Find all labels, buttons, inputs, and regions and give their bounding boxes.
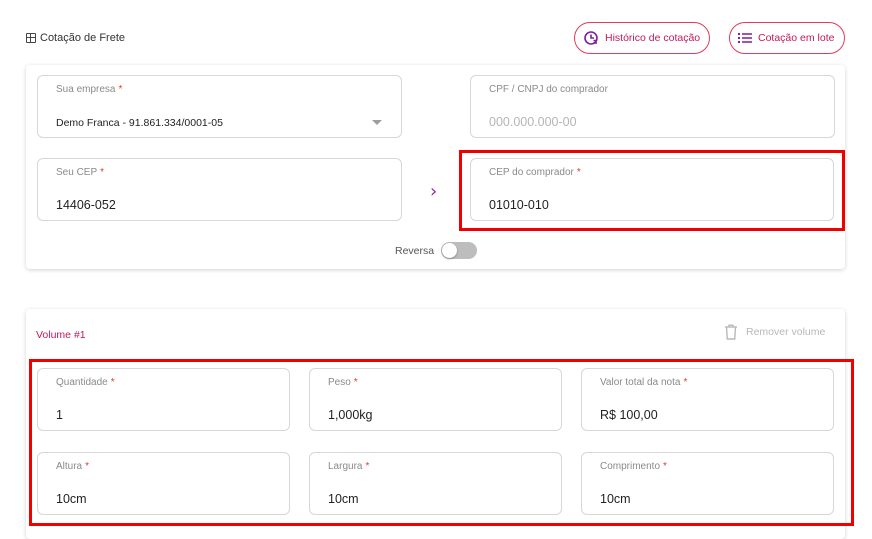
company-select[interactable]: Sua empresa * Demo Franca - 91.861.334/00…	[37, 75, 402, 138]
seller-cep-value: 14406-052	[56, 198, 116, 212]
company-value: Demo Franca - 91.861.334/0001-05	[56, 117, 223, 129]
seller-cep-field[interactable]: Seu CEP * 14406-052	[37, 158, 402, 221]
trash-icon	[725, 324, 737, 340]
history-button[interactable]: Histórico de cotação	[574, 22, 710, 54]
remove-volume-button[interactable]: Remover volume	[724, 324, 825, 340]
table-icon	[26, 33, 36, 43]
height-label: Altura *	[56, 461, 90, 472]
weight-field[interactable]: Peso * 1,000kg	[309, 368, 562, 431]
reverse-toggle-knob	[442, 243, 457, 258]
caret-down-icon	[372, 120, 382, 125]
volume-title: Volume #1	[36, 329, 86, 341]
width-value: 10cm	[328, 492, 359, 506]
height-field[interactable]: Altura * 10cm	[37, 452, 290, 515]
quantity-field[interactable]: Quantidade * 1	[37, 368, 290, 431]
weight-label: Peso *	[328, 377, 358, 388]
page-title: Cotação de Frete	[26, 32, 125, 44]
buyer-cep-field[interactable]: CEP do comprador * 01010-010	[470, 158, 834, 221]
buyer-document-label: CPF / CNPJ do comprador	[489, 84, 608, 95]
width-field[interactable]: Largura * 10cm	[309, 452, 562, 515]
invoice-value-label: Valor total da nota *	[600, 377, 688, 388]
buyer-document-placeholder: 000.000.000-00	[489, 115, 577, 129]
width-label: Largura *	[328, 461, 370, 472]
company-label: Sua empresa *	[56, 84, 123, 95]
reverse-label: Reversa	[395, 245, 435, 257]
length-field[interactable]: Comprimento * 10cm	[581, 452, 834, 515]
batch-quote-button-label: Cotação em lote	[758, 32, 835, 44]
buyer-cep-value: 01010-010	[489, 198, 549, 212]
weight-value: 1,000kg	[328, 408, 373, 422]
history-button-label: Histórico de cotação	[605, 32, 701, 44]
quantity-label: Quantidade *	[56, 377, 115, 388]
buyer-cep-label: CEP do comprador *	[489, 167, 581, 178]
buyer-document-field[interactable]: CPF / CNPJ do comprador 000.000.000-00	[470, 75, 835, 138]
invoice-value-value: R$ 100,00	[600, 408, 658, 422]
remove-volume-label: Remover volume	[746, 326, 826, 338]
chevron-right-icon: ›	[430, 181, 438, 202]
list-icon	[738, 33, 752, 43]
history-clock-icon	[584, 31, 598, 45]
page-title-text: Cotação de Frete	[40, 32, 125, 44]
reverse-toggle[interactable]	[441, 242, 477, 259]
length-label: Comprimento *	[600, 461, 667, 472]
invoice-value-field[interactable]: Valor total da nota * R$ 100,00	[581, 368, 834, 431]
height-value: 10cm	[56, 492, 87, 506]
quantity-value: 1	[56, 408, 63, 422]
length-value: 10cm	[600, 492, 631, 506]
batch-quote-button[interactable]: Cotação em lote	[729, 22, 845, 54]
seller-cep-label: Seu CEP *	[56, 167, 105, 178]
